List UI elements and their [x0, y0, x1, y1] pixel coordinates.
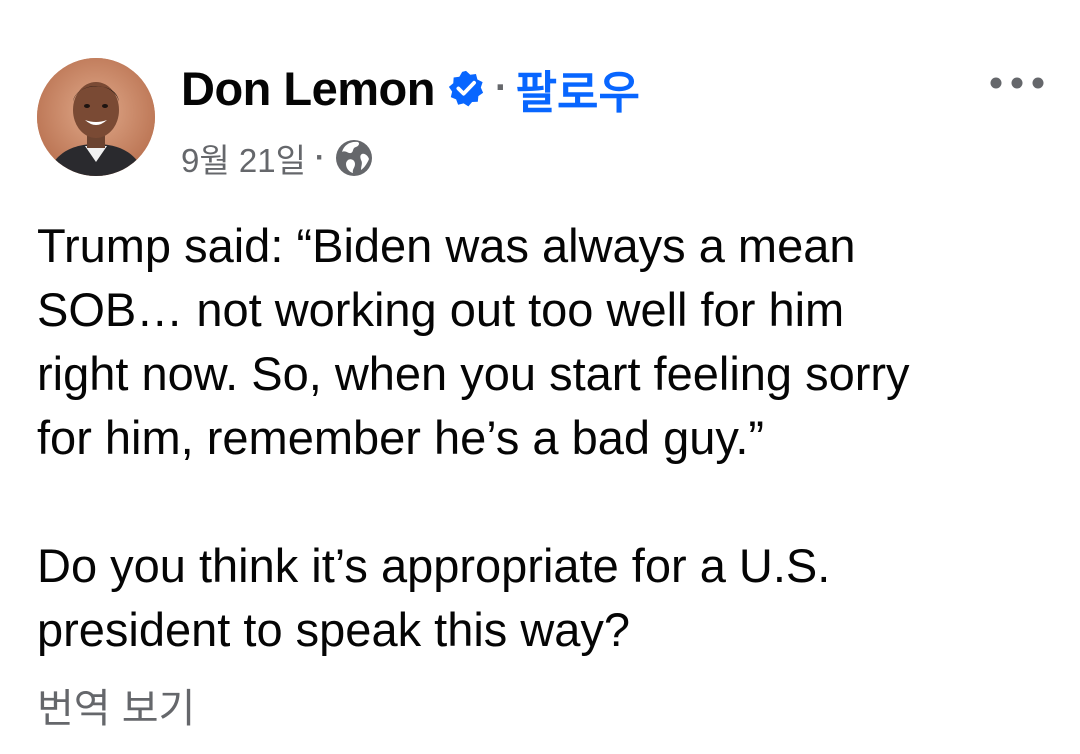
- post-header: Don Lemon · 팔로우 9월 21일 ·: [37, 58, 1047, 180]
- post-timestamp[interactable]: 9월 21일: [181, 134, 306, 182]
- profile-photo-icon: [37, 58, 155, 176]
- separator-dot: ·: [494, 66, 508, 109]
- post-paragraph: Do you think it’s appropriate for a U.S.…: [37, 539, 831, 656]
- follow-button[interactable]: 팔로우: [516, 56, 640, 121]
- facebook-post: Don Lemon · 팔로우 9월 21일 · Trump said: “Bi…: [0, 0, 1080, 754]
- post-body: Trump said: “Biden was always a mean SOB…: [37, 214, 1047, 662]
- separator-dot: ·: [314, 141, 325, 174]
- avatar[interactable]: [37, 58, 155, 176]
- verified-badge-icon: [447, 69, 485, 107]
- post-paragraph: Trump said: “Biden was always a mean SOB…: [37, 219, 910, 464]
- see-translation-link[interactable]: 번역 보기: [37, 676, 195, 734]
- author-row: Don Lemon · 팔로우: [181, 58, 640, 118]
- more-options-icon[interactable]: [987, 68, 1047, 98]
- globe-icon[interactable]: [334, 138, 374, 178]
- author-name[interactable]: Don Lemon: [181, 61, 435, 116]
- post-meta: 9월 21일 ·: [181, 136, 374, 180]
